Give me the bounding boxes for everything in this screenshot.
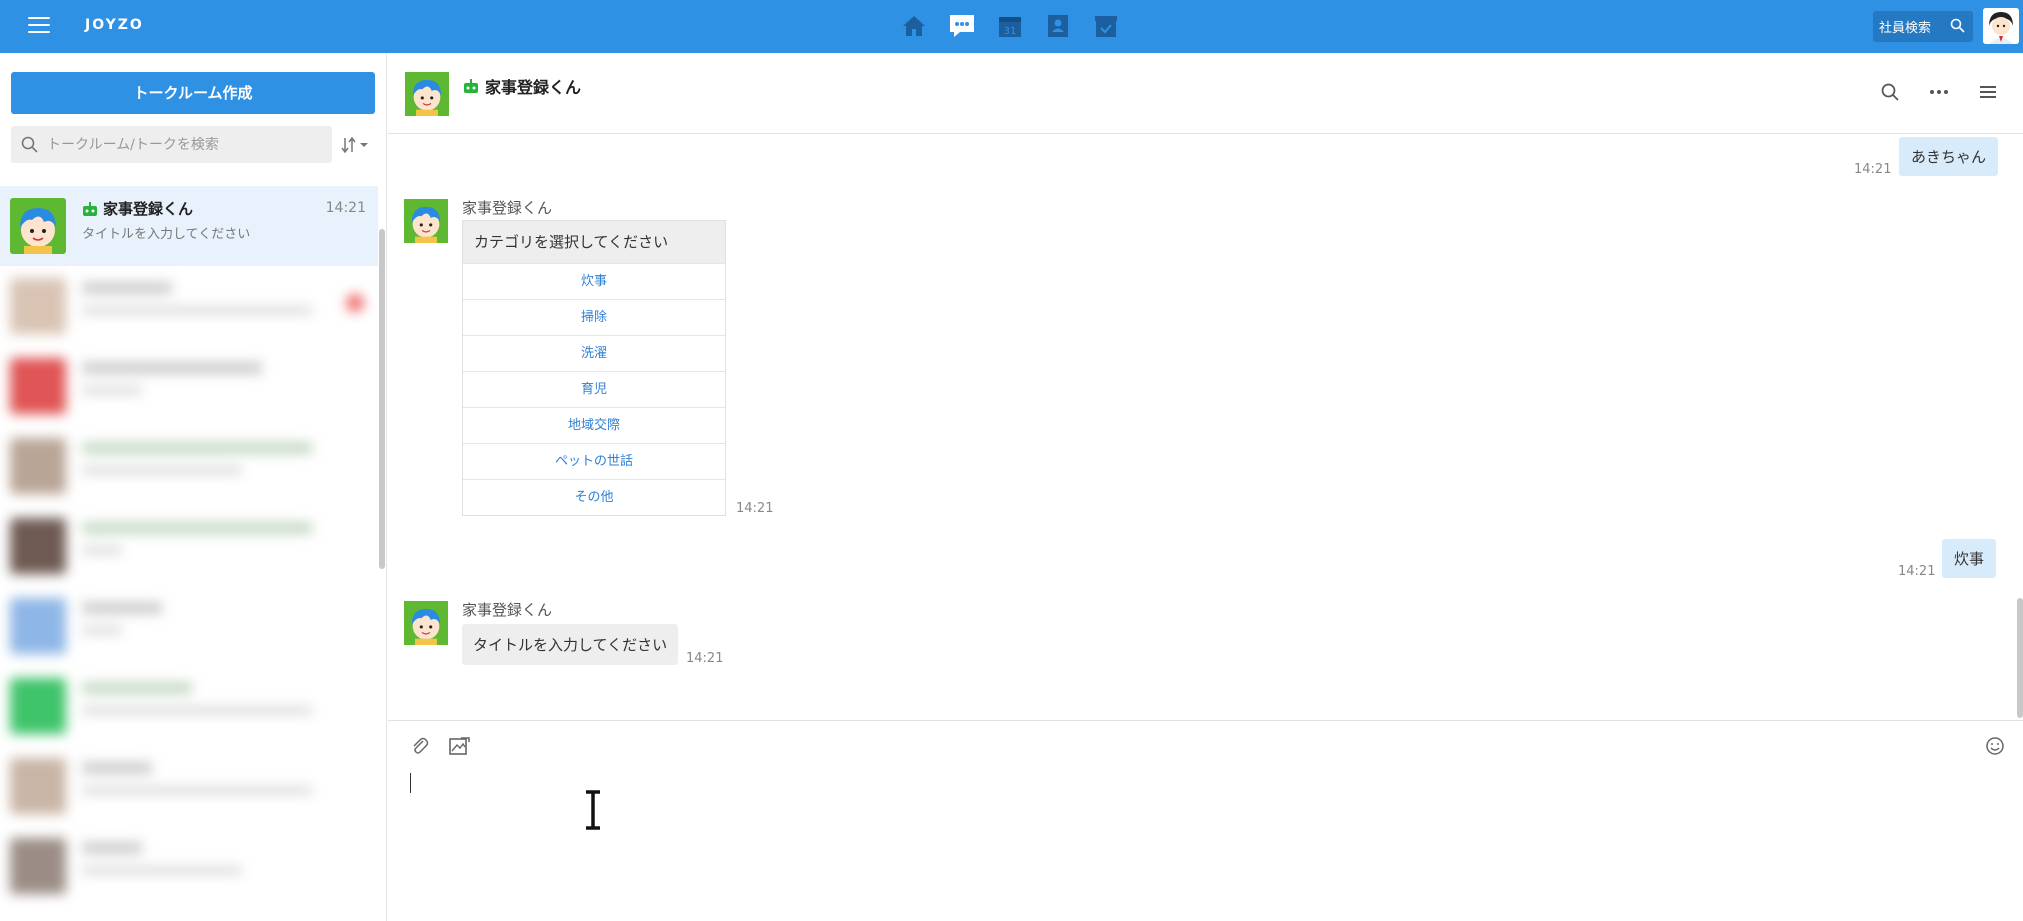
message-input[interactable] [408, 769, 1998, 909]
bot-avatar [404, 601, 448, 645]
talkroom-item-obscured[interactable] [0, 586, 378, 666]
message-composer [388, 720, 2023, 921]
sidebar: トークルーム作成 家事登録くん 14:21 タイトルを入力してください [0, 53, 387, 921]
sidebar-scrollbar[interactable] [379, 229, 385, 569]
sort-icon [341, 136, 368, 154]
bot-avatar [405, 72, 449, 116]
talkroom-name: 家事登録くん [82, 198, 193, 219]
bot-avatar [404, 199, 448, 243]
create-talkroom-button[interactable]: トークルーム作成 [11, 72, 375, 114]
message-scrollbar[interactable] [2017, 598, 2023, 718]
category-select-card: カテゴリを選択してください 炊事 掃除 洗濯 育児 地域交際 ペットの世話 その… [462, 220, 726, 516]
talkroom-item-obscured[interactable] [0, 826, 378, 906]
message-sender: 家事登録くん [462, 199, 553, 217]
chat-title-text: 家事登録くん [485, 78, 582, 97]
message-text: タイトルを入力してください [462, 624, 679, 665]
search-icon [21, 136, 38, 153]
message-text: あきちゃん [1899, 137, 1999, 176]
search-icon [1950, 18, 1965, 33]
message-bubble-outgoing: あきちゃん [1899, 137, 1999, 176]
category-option[interactable]: 洗濯 [463, 335, 725, 371]
brand-logo[interactable]: JOYZO [85, 17, 144, 33]
chat-panel: 家事登録くん あきちゃん 14:21 家事登録くん カテゴリを選択してください … [388, 53, 2023, 921]
top-bar: JOYZO 31 社員検索 [0, 0, 2023, 53]
talkroom-item-obscured[interactable] [0, 746, 378, 826]
message-time: 14:21 [736, 501, 774, 516]
search-icon[interactable] [1881, 83, 1899, 101]
tasks-icon[interactable] [1092, 12, 1120, 40]
talkroom-item-obscured[interactable] [0, 266, 378, 346]
category-option[interactable]: 地域交際 [463, 407, 725, 443]
category-option[interactable]: 炊事 [463, 263, 725, 299]
ibeam-cursor-icon [586, 790, 600, 830]
talkroom-time: 14:21 [325, 200, 366, 216]
message-time: 14:21 [1854, 162, 1892, 177]
calendar-icon[interactable]: 31 [996, 12, 1024, 40]
talkroom-search [11, 126, 332, 163]
chat-icon[interactable] [948, 12, 976, 40]
calendar-day: 31 [1004, 26, 1017, 37]
main-nav: 31 [900, 12, 1120, 40]
talkroom-list: 家事登録くん 14:21 タイトルを入力してください [0, 186, 378, 906]
bot-icon [83, 201, 97, 216]
talkroom-item-obscured[interactable] [0, 506, 378, 586]
category-option[interactable]: ペットの世話 [463, 443, 725, 479]
talkroom-item[interactable]: 家事登録くん 14:21 タイトルを入力してください [0, 186, 378, 266]
menu-icon[interactable] [28, 17, 50, 35]
image-stamp-icon[interactable] [448, 736, 470, 756]
talkroom-item-obscured[interactable] [0, 666, 378, 746]
talkroom-item-obscured[interactable] [0, 426, 378, 506]
chat-header-actions [1881, 83, 1997, 101]
emoji-icon[interactable] [1985, 736, 2005, 760]
message-time: 14:21 [1898, 564, 1936, 579]
message-sender: 家事登録くん [462, 601, 553, 619]
more-icon[interactable] [1929, 83, 1949, 101]
bot-avatar [10, 198, 66, 254]
talkroom-search-input[interactable] [47, 126, 327, 163]
composer-tools [410, 736, 470, 756]
talkroom-item-obscured[interactable] [0, 346, 378, 426]
user-avatar[interactable] [1983, 8, 2019, 44]
chat-title: 家事登録くん [463, 74, 581, 98]
list-menu-icon[interactable] [1979, 83, 1997, 101]
bot-icon [464, 79, 478, 93]
text-caret [410, 773, 411, 793]
message-bubble-outgoing: 炊事 [1942, 539, 1997, 578]
card-prompt: カテゴリを選択してください [463, 221, 725, 263]
talkroom-preview: タイトルを入力してください [82, 227, 251, 242]
category-option[interactable]: その他 [463, 479, 725, 515]
sort-button[interactable] [340, 133, 372, 157]
home-icon[interactable] [900, 12, 928, 40]
message-text: 炊事 [1942, 539, 1997, 578]
chat-header: 家事登録くん [388, 53, 2023, 134]
message-time: 14:21 [686, 651, 724, 666]
employee-search-label: 社員検索 [1879, 21, 1932, 36]
contacts-icon[interactable] [1044, 12, 1072, 40]
employee-search-button[interactable]: 社員検索 [1873, 11, 1973, 42]
talkroom-name-text: 家事登録くん [103, 200, 194, 218]
category-option[interactable]: 育児 [463, 371, 725, 407]
category-option[interactable]: 掃除 [463, 299, 725, 335]
attach-icon[interactable] [410, 736, 430, 756]
message-list: あきちゃん 14:21 家事登録くん カテゴリを選択してください 炊事 掃除 洗… [388, 135, 2023, 719]
